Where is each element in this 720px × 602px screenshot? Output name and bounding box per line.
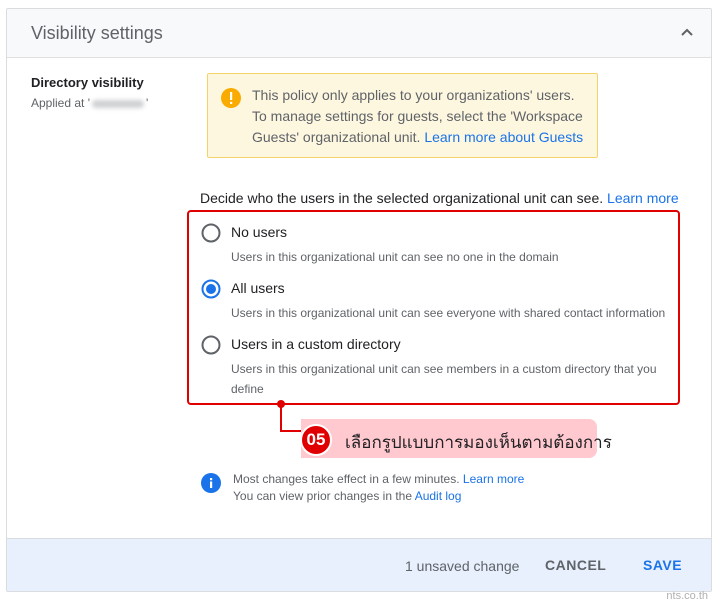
option-label: No users — [231, 224, 288, 240]
radio-no-users[interactable] — [201, 223, 221, 243]
chevron-up-icon[interactable] — [675, 21, 699, 45]
info-text: Most changes take effect in a few minute… — [233, 471, 524, 505]
cancel-button[interactable]: CANCEL — [535, 555, 616, 575]
option-label: Users in a custom directory — [231, 336, 401, 352]
audit-log-link[interactable]: Audit log — [415, 489, 462, 503]
card-footer: 1 unsaved change CANCEL SAVE — [7, 538, 711, 591]
info-learn-more-link[interactable]: Learn more — [463, 472, 524, 486]
save-button[interactable]: SAVE — [633, 555, 692, 575]
option-description: Users in this organizational unit can se… — [231, 306, 666, 320]
visibility-options-group: No users Users in this organizational un… — [187, 210, 680, 405]
visibility-settings-card: Visibility settings Directory visibility… — [6, 8, 712, 592]
applied-prefix: Applied at ' — [31, 96, 90, 110]
radio-all-users[interactable] — [201, 279, 221, 299]
option-label: All users — [231, 280, 285, 296]
step-number-badge: 05 — [300, 424, 332, 456]
redacted-org-name — [92, 99, 144, 108]
guest-policy-notice: This policy only applies to your organiz… — [207, 73, 598, 158]
learn-more-link[interactable]: Learn more — [607, 190, 679, 206]
applied-suffix: ' — [146, 96, 149, 110]
visibility-prompt: Decide who the users in the selected org… — [200, 190, 679, 206]
directory-visibility-title: Directory visibility — [31, 75, 144, 90]
info-line-2-text: You can view prior changes in the — [233, 489, 413, 503]
info-line-2: You can view prior changes in the Audit … — [233, 488, 524, 505]
prompt-text: Decide who the users in the selected org… — [200, 190, 604, 206]
notice-text: This policy only applies to your organiz… — [252, 85, 592, 148]
option-description: Users in this organizational unit can se… — [231, 362, 657, 396]
unsaved-change-count: 1 unsaved change — [405, 558, 520, 574]
info-line-1: Most changes take effect in a few minute… — [233, 471, 524, 488]
info-icon — [201, 473, 221, 493]
warning-icon — [220, 87, 242, 109]
option-description: Users in this organizational unit can se… — [231, 250, 559, 264]
applied-at-label: Applied at ' ' — [31, 96, 148, 110]
callout-text: เลือกรูปแบบการมองเห็นตามต้องการ — [345, 433, 612, 452]
card-header[interactable]: Visibility settings — [7, 9, 711, 58]
learn-more-guests-link[interactable]: Learn more about Guests — [424, 129, 583, 145]
info-line-1-text: Most changes take effect in a few minute… — [233, 472, 460, 486]
watermark: nts.co.th — [666, 590, 708, 602]
card-title: Visibility settings — [31, 23, 163, 43]
radio-custom-directory[interactable] — [201, 335, 221, 355]
